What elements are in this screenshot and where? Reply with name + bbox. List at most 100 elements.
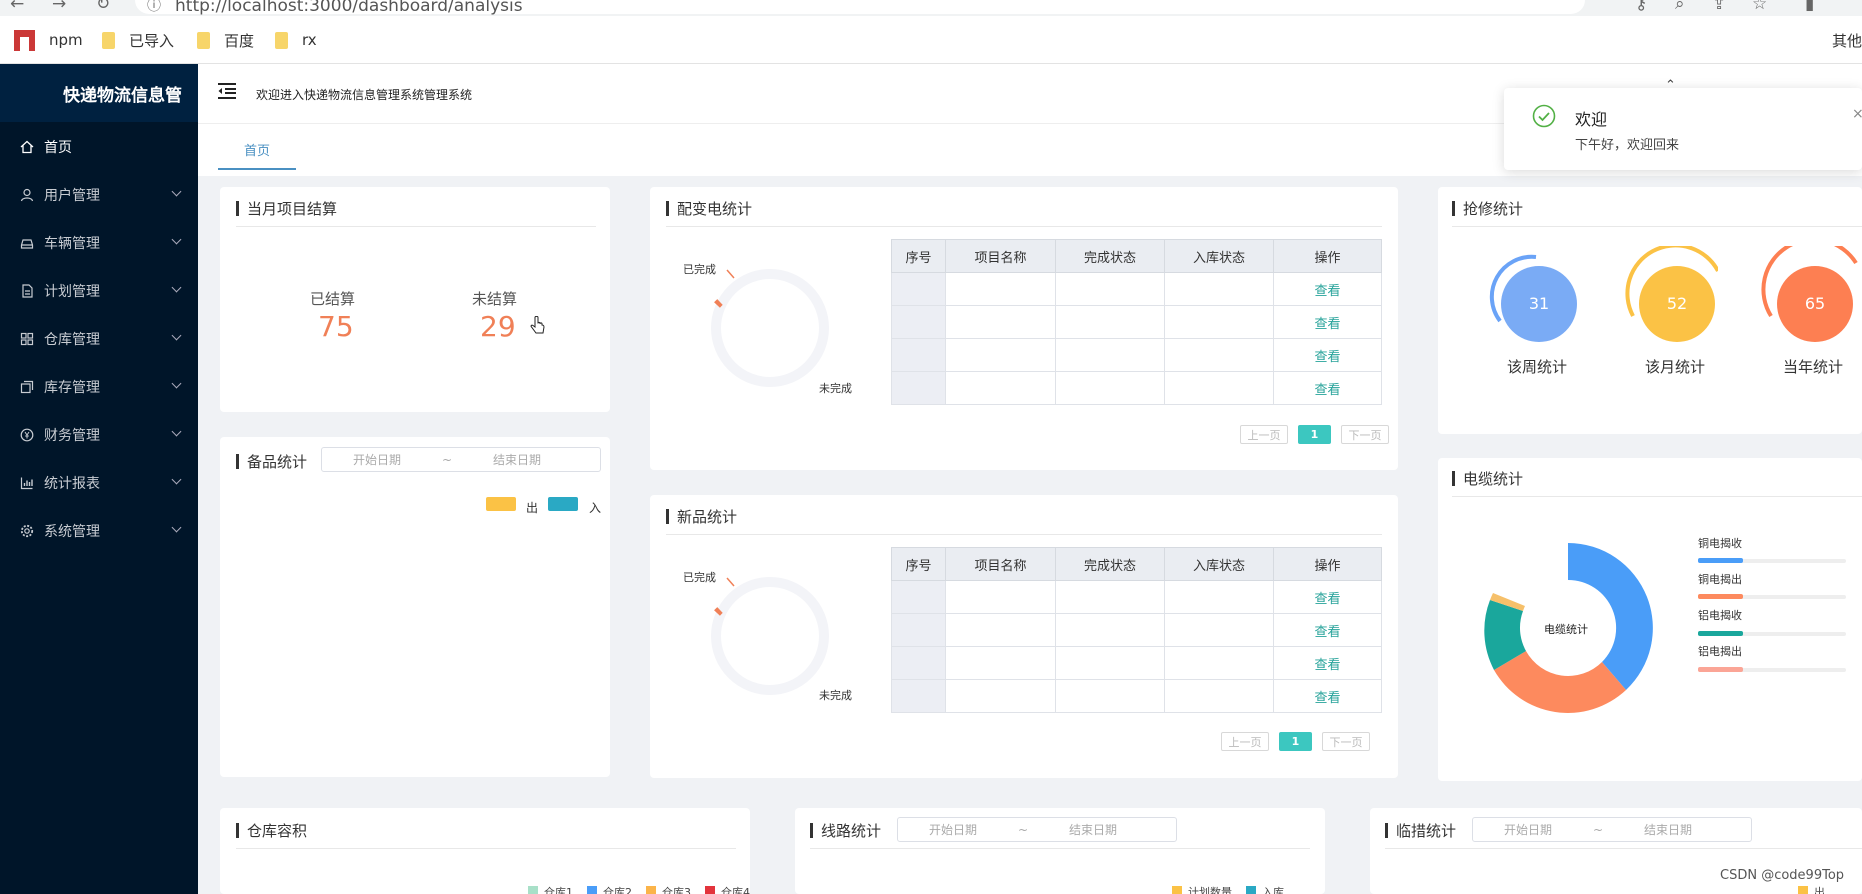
gauge-week-value: 31 [1528, 294, 1550, 313]
prev-page-button[interactable]: 上一页 [1240, 425, 1288, 444]
current-page[interactable]: 1 [1279, 732, 1312, 751]
view-link[interactable]: 查看 [1273, 613, 1382, 647]
donut-done-segment [714, 299, 723, 308]
sidebar-item-plans[interactable]: 计划管理 [0, 267, 198, 315]
table-row: 查看 [891, 371, 1382, 405]
view-link[interactable]: 查看 [1273, 338, 1382, 372]
unsettled-value: 29 [480, 310, 516, 343]
back-icon[interactable]: ← [10, 0, 24, 14]
power-pagination: 上一页 1 下一页 [1240, 425, 1389, 444]
settled-label: 已结算 [310, 290, 356, 308]
chevron-down-icon [171, 522, 182, 533]
temp-date-range[interactable]: 开始日期 ~ 结束日期 [1472, 817, 1752, 842]
start-date-input[interactable]: 开始日期 [322, 451, 432, 468]
power-undone-label: 未完成 [819, 382, 852, 395]
lines-date-range[interactable]: 开始日期 ~ 结束日期 [897, 817, 1177, 842]
power-done-label: 已完成 [683, 263, 716, 276]
sidebar-item-inventory[interactable]: 库存管理 [0, 363, 198, 411]
chevron-down-icon [171, 474, 182, 485]
legend-bar-copper-in[interactable] [1698, 558, 1743, 563]
bookmark-other[interactable]: 其他 [1818, 16, 1862, 64]
bookmark-rx[interactable]: rx [275, 16, 317, 64]
col-status: 完成状态 [1055, 547, 1165, 581]
folder-icon [197, 31, 210, 49]
legend-swatch-in[interactable] [548, 497, 578, 511]
end-date-input[interactable]: 结束日期 [1613, 821, 1723, 838]
bookmark-npm[interactable]: npm [14, 16, 83, 64]
view-link[interactable]: 查看 [1273, 679, 1382, 713]
current-page[interactable]: 1 [1298, 425, 1331, 444]
sidebar-item-reports[interactable]: 统计报表 [0, 459, 198, 507]
end-date-input[interactable]: 结束日期 [462, 451, 572, 468]
welcome-text: 欢迎进入快递物流信息管理系统管理系统 [256, 88, 473, 102]
legend-item[interactable]: 计划数量 [1172, 884, 1232, 894]
settlement-card [220, 187, 610, 412]
sidebar-item-finance[interactable]: 财务管理 [0, 411, 198, 459]
cable-center-label: 电缆统计 [1544, 623, 1588, 636]
temp-title: 临措统计 [1385, 820, 1456, 841]
cable-legend-label: 铜电揭出 [1698, 573, 1742, 586]
extension-icon[interactable]: ▮ [1805, 0, 1814, 14]
legend-bar-aluminum-in[interactable] [1698, 631, 1743, 636]
view-link[interactable]: 查看 [1273, 646, 1382, 680]
forward-icon[interactable]: → [52, 0, 66, 14]
url-text[interactable]: http://localhost:3000/dashboard/analysis [175, 0, 523, 16]
start-date-input[interactable]: 开始日期 [898, 821, 1008, 838]
share-icon[interactable]: ⇪ [1712, 0, 1726, 14]
sidebar-item-users[interactable]: 用户管理 [0, 171, 198, 219]
table-row: 查看 [891, 613, 1382, 647]
power-title: 配变电统计 [666, 198, 752, 219]
newitems-table: 序号 项目名称 完成状态 入库状态 操作 查看 查看 查看 查看 [891, 547, 1382, 713]
close-icon[interactable]: × [1852, 106, 1862, 122]
label-leader-line [726, 269, 735, 279]
legend-item[interactable]: 仓库4 [705, 884, 750, 894]
cursor-icon [530, 315, 546, 340]
col-seq: 序号 [891, 547, 946, 581]
menu-fold-icon[interactable] [217, 82, 237, 100]
legend-item[interactable]: 入库 [1246, 884, 1284, 894]
legend-item[interactable]: 仓库2 [587, 884, 632, 894]
bookmark-imported[interactable]: 已导入 [102, 16, 174, 64]
sidebar-item-warehouse[interactable]: 仓库管理 [0, 315, 198, 363]
info-icon[interactable]: ⓘ [147, 0, 161, 15]
divider [1385, 848, 1862, 849]
table-row: 查看 [891, 338, 1382, 372]
chevron-down-icon [171, 186, 182, 197]
col-name: 项目名称 [945, 547, 1056, 581]
legend-swatch-out[interactable] [486, 497, 516, 511]
prev-page-button[interactable]: 上一页 [1221, 732, 1269, 751]
start-date-input[interactable]: 开始日期 [1473, 821, 1583, 838]
view-link[interactable]: 查看 [1273, 371, 1382, 405]
next-page-button[interactable]: 下一页 [1341, 425, 1389, 444]
end-date-input[interactable]: 结束日期 [1038, 821, 1148, 838]
newitems-undone-label: 未完成 [819, 689, 852, 702]
spares-title: 备品统计 [236, 451, 307, 472]
sidebar-item-system[interactable]: 系统管理 [0, 507, 198, 555]
gauge-week-label: 该周统计 [1507, 358, 1568, 376]
temp-legend[interactable]: 出 [1798, 884, 1825, 894]
gauge-month-label: 该月统计 [1645, 358, 1706, 376]
sidebar-item-home[interactable]: 首页 [0, 123, 198, 171]
legend-item[interactable]: 仓库1 [528, 884, 573, 894]
table-row: 查看 [891, 580, 1382, 614]
next-page-button[interactable]: 下一页 [1322, 732, 1370, 751]
car-icon [20, 236, 34, 250]
star-icon[interactable]: ☆ [1752, 0, 1767, 14]
reload-icon[interactable]: ↻ [96, 0, 110, 14]
spares-date-range[interactable]: 开始日期 ~ 结束日期 [321, 447, 601, 472]
tab-home[interactable]: 首页 [218, 130, 296, 170]
legend-item[interactable]: 仓库3 [646, 884, 691, 894]
table-header-row: 序号 项目名称 完成状态 入库状态 操作 [891, 239, 1382, 273]
legend-bar-aluminum-out[interactable] [1698, 667, 1743, 672]
view-link[interactable]: 查看 [1273, 580, 1382, 614]
key-icon[interactable]: ⚷ [1635, 0, 1647, 14]
zoom-icon[interactable]: ⌕ [1675, 0, 1685, 14]
settled-value: 75 [318, 310, 354, 343]
sidebar-item-vehicles[interactable]: 车辆管理 [0, 219, 198, 267]
gear-icon [20, 524, 34, 538]
bookmark-baidu[interactable]: 百度 [197, 16, 254, 64]
view-link[interactable]: 查看 [1273, 272, 1382, 306]
date-separator: ~ [441, 452, 453, 467]
legend-bar-copper-out[interactable] [1698, 594, 1743, 599]
view-link[interactable]: 查看 [1273, 305, 1382, 339]
